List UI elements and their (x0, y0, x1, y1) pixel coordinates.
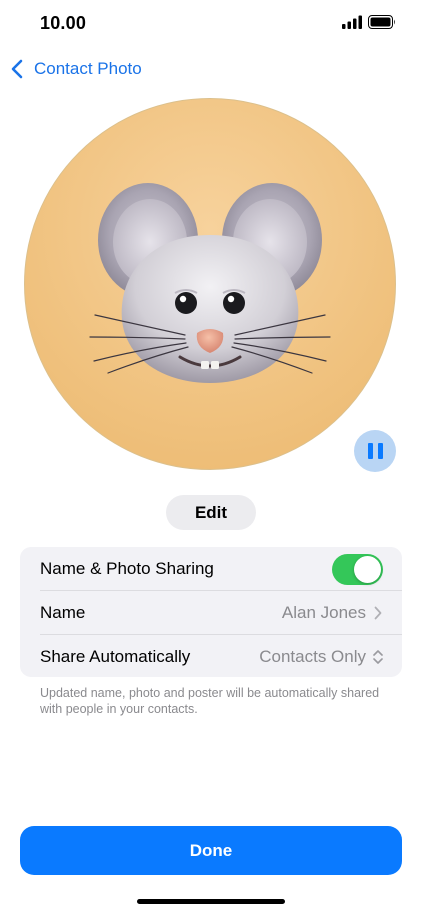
back-label: Contact Photo (34, 59, 142, 78)
row-label: Name & Photo Sharing (40, 558, 214, 578)
share-value: Contacts Only (259, 646, 366, 666)
pause-icon (367, 443, 373, 459)
row-label: Name (40, 602, 86, 622)
row-label: Share Automatically (40, 646, 191, 666)
sharing-footnote: Updated name, photo and poster will be a… (40, 686, 380, 716)
edit-button[interactable]: Edit (166, 495, 256, 530)
chevron-left-icon (11, 59, 23, 79)
status-bar: 10.00 (0, 0, 422, 50)
home-indicator[interactable] (137, 899, 285, 904)
pause-button[interactable] (354, 430, 396, 472)
toggle-knob (354, 556, 381, 583)
back-button[interactable]: Contact Photo (10, 56, 142, 82)
name-photo-sharing-row: Name & Photo Sharing (20, 547, 402, 590)
signal-icon (342, 15, 362, 29)
settings-group: Name & Photo Sharing Name Alan Jones Sha… (20, 547, 402, 677)
battery-icon (368, 15, 395, 29)
done-button[interactable]: Done (20, 826, 402, 875)
name-photo-sharing-toggle[interactable] (332, 554, 383, 585)
chevron-right-icon (374, 606, 382, 619)
mouse-memoji-icon (89, 183, 331, 383)
name-value: Alan Jones (281, 602, 366, 622)
status-time: 10.00 (40, 13, 87, 33)
up-down-icon (373, 649, 383, 664)
name-row[interactable]: Name Alan Jones (20, 591, 402, 634)
share-automatically-row[interactable]: Share Automatically Contacts Only (20, 635, 402, 677)
